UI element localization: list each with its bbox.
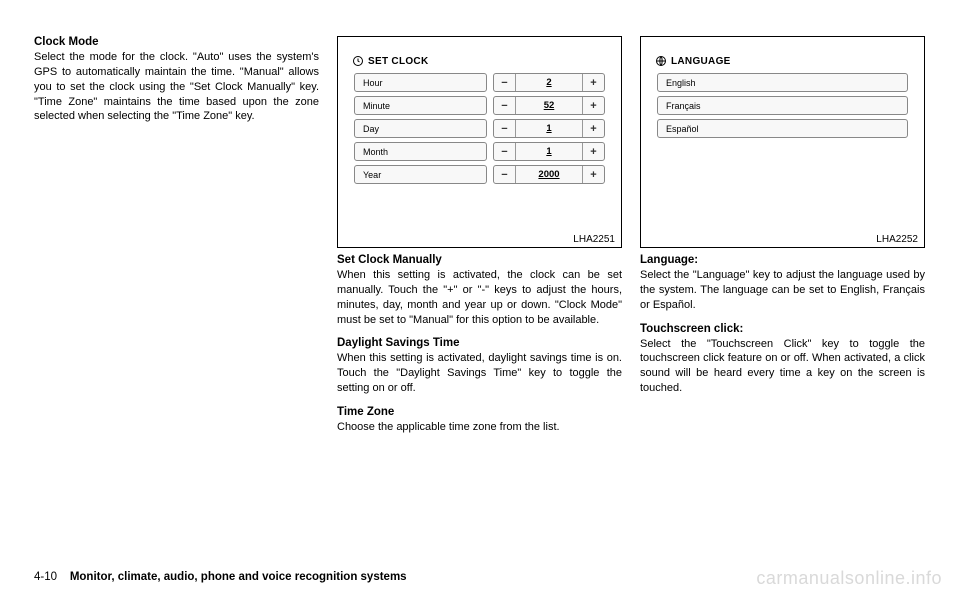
clock-mode-heading: Clock Mode	[34, 36, 319, 48]
minus-button[interactable]: −	[494, 97, 516, 114]
clock-value: 2	[516, 74, 582, 91]
clock-value: 1	[516, 120, 582, 137]
touchscreen-click-paragraph: Select the "Touchscreen Click" key to to…	[640, 337, 925, 396]
language-heading: Language:	[640, 254, 925, 266]
time-zone-paragraph: Choose the applicable time zone from the…	[337, 420, 622, 435]
minus-button[interactable]: −	[494, 166, 516, 183]
language-paragraph: Select the "Language" key to adjust the …	[640, 268, 925, 313]
column-1: Clock Mode Select the mode for the clock…	[34, 36, 319, 445]
language-title-text: LANGUAGE	[671, 56, 731, 67]
set-clock-screen: SET CLOCK Hour − 2 + Minute −	[337, 36, 622, 248]
clock-row-control: − 2 +	[493, 73, 605, 92]
minus-button[interactable]: −	[494, 74, 516, 91]
page-footer: 4-10 Monitor, climate, audio, phone and …	[34, 571, 407, 583]
set-clock-title: SET CLOCK	[352, 55, 611, 67]
plus-button[interactable]: +	[582, 166, 604, 183]
clock-row-day: Day − 1 +	[354, 119, 605, 138]
page-columns: Clock Mode Select the mode for the clock…	[34, 36, 926, 445]
watermark: carmanualsonline.info	[756, 568, 942, 589]
clock-row-year: Year − 2000 +	[354, 165, 605, 184]
clock-row-control: − 1 +	[493, 142, 605, 161]
daylight-savings-paragraph: When this setting is activated, daylight…	[337, 351, 622, 396]
daylight-savings-heading: Daylight Savings Time	[337, 337, 622, 349]
column-3: LANGUAGE English Français Español LHA225…	[640, 36, 925, 445]
clock-value: 2000	[516, 166, 582, 183]
figure-id: LHA2252	[876, 234, 918, 245]
clock-value: 1	[516, 143, 582, 160]
clock-mode-paragraph: Select the mode for the clock. "Auto" us…	[34, 50, 319, 124]
language-option-english[interactable]: English	[657, 73, 908, 92]
clock-row-label[interactable]: Month	[354, 142, 487, 161]
set-clock-rows: Hour − 2 + Minute − 52 +	[348, 73, 611, 184]
page-number: 4-10	[34, 571, 57, 583]
language-option-francais[interactable]: Français	[657, 96, 908, 115]
clock-row-month: Month − 1 +	[354, 142, 605, 161]
plus-button[interactable]: +	[582, 74, 604, 91]
clock-row-label[interactable]: Minute	[354, 96, 487, 115]
clock-row-label[interactable]: Day	[354, 119, 487, 138]
globe-icon	[655, 55, 667, 67]
plus-button[interactable]: +	[582, 120, 604, 137]
column-2: SET CLOCK Hour − 2 + Minute −	[337, 36, 622, 445]
clock-row-control: − 2000 +	[493, 165, 605, 184]
figure-id: LHA2251	[573, 234, 615, 245]
set-clock-manually-paragraph: When this setting is activated, the cloc…	[337, 268, 622, 327]
language-rows: English Français Español	[651, 73, 914, 138]
section-title: Monitor, climate, audio, phone and voice…	[70, 571, 407, 583]
clock-row-label[interactable]: Hour	[354, 73, 487, 92]
clock-row-control: − 1 +	[493, 119, 605, 138]
plus-button[interactable]: +	[582, 97, 604, 114]
clock-row-minute: Minute − 52 +	[354, 96, 605, 115]
language-title: LANGUAGE	[655, 55, 914, 67]
minus-button[interactable]: −	[494, 120, 516, 137]
clock-value: 52	[516, 97, 582, 114]
touchscreen-click-heading: Touchscreen click:	[640, 323, 925, 335]
language-screen: LANGUAGE English Français Español LHA225…	[640, 36, 925, 248]
clock-row-hour: Hour − 2 +	[354, 73, 605, 92]
clock-row-label[interactable]: Year	[354, 165, 487, 184]
clock-icon	[352, 55, 364, 67]
plus-button[interactable]: +	[582, 143, 604, 160]
set-clock-manually-heading: Set Clock Manually	[337, 254, 622, 266]
set-clock-title-text: SET CLOCK	[368, 56, 428, 67]
minus-button[interactable]: −	[494, 143, 516, 160]
language-option-espanol[interactable]: Español	[657, 119, 908, 138]
time-zone-heading: Time Zone	[337, 406, 622, 418]
clock-row-control: − 52 +	[493, 96, 605, 115]
